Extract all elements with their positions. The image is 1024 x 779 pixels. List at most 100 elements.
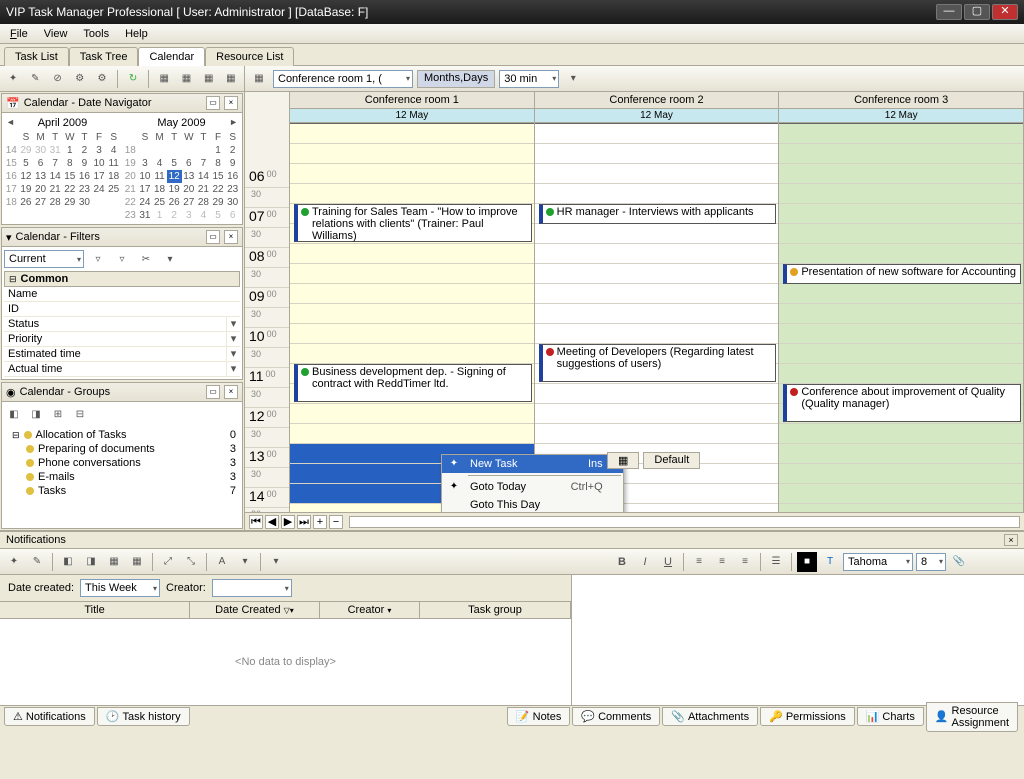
cal-nav1-icon[interactable]: ▦	[249, 69, 269, 89]
group-tool2-icon[interactable]: ◨	[26, 404, 46, 424]
time-slot[interactable]	[779, 244, 1023, 264]
time-slot[interactable]	[779, 204, 1023, 224]
font-icon[interactable]: T	[820, 552, 840, 572]
time-slot[interactable]	[290, 284, 534, 304]
time-slot[interactable]	[535, 144, 779, 164]
tab-resource-list[interactable]: Resource List	[205, 47, 294, 66]
filter-field-row[interactable]: Priority▾	[4, 332, 240, 347]
creator-dropdown[interactable]	[212, 579, 292, 597]
collapse-button[interactable]: ▭	[206, 230, 220, 244]
time-slot[interactable]	[779, 344, 1023, 364]
close-notifications-button[interactable]: ×	[1004, 534, 1018, 546]
col-creator[interactable]: Creator ▾	[320, 602, 420, 618]
default-button[interactable]: Default	[643, 452, 700, 469]
group-tree-item[interactable]: ⊟Allocation of Tasks0	[4, 428, 240, 442]
time-slot[interactable]	[779, 284, 1023, 304]
bottom-tab[interactable]: 🔑Permissions	[760, 707, 855, 726]
close-panel-button[interactable]: ×	[224, 230, 238, 244]
time-slot[interactable]	[535, 404, 779, 424]
filter-field-row[interactable]: Estimated time▾	[4, 347, 240, 362]
time-slot[interactable]	[290, 144, 534, 164]
calendar-event[interactable]: Meeting of Developers (Regarding latest …	[539, 344, 777, 382]
time-slot[interactable]	[290, 404, 534, 424]
date-created-dropdown[interactable]: This Week	[80, 579, 160, 597]
font-size-dropdown[interactable]: 8	[916, 553, 946, 571]
time-slot[interactable]	[535, 324, 779, 344]
common-header[interactable]: ⊟ Common	[4, 271, 240, 287]
time-slot[interactable]	[535, 224, 779, 244]
collapse-button[interactable]: ▭	[206, 96, 220, 110]
filter-field-row[interactable]: ID	[4, 302, 240, 317]
font-color-icon[interactable]: A	[212, 552, 232, 572]
nt-i6-icon[interactable]: ⤡	[181, 552, 201, 572]
calendar-event[interactable]: Training for Sales Team - "How to improv…	[294, 204, 532, 242]
refresh-icon[interactable]: ↻	[124, 69, 142, 89]
time-slot[interactable]	[779, 304, 1023, 324]
time-slot[interactable]	[779, 364, 1023, 384]
edit-icon[interactable]: ✎	[26, 69, 44, 89]
nav-plus-icon[interactable]: +	[313, 515, 327, 529]
tab-task-list[interactable]: Task List	[4, 47, 69, 66]
bold-icon[interactable]: B	[612, 552, 632, 572]
bottom-tab[interactable]: 👤Resource Assignment	[926, 702, 1018, 732]
menu-file[interactable]: File	[4, 26, 34, 42]
time-slot[interactable]	[779, 504, 1023, 512]
filter-del-icon[interactable]: ▿	[112, 249, 132, 269]
menu-help[interactable]: Help	[119, 26, 154, 42]
calendar-mini-button[interactable]: ▦	[607, 452, 639, 469]
time-slot[interactable]	[535, 424, 779, 444]
time-slot[interactable]	[779, 224, 1023, 244]
filter-field-row[interactable]: Actual time▾	[4, 362, 240, 377]
nt-i3-icon[interactable]: ▦	[104, 552, 124, 572]
cal-more-icon[interactable]: ▾	[563, 69, 583, 89]
nt-i4-icon[interactable]: ▦	[127, 552, 147, 572]
group-tool3-icon[interactable]: ⊞	[48, 404, 68, 424]
time-slot[interactable]	[535, 184, 779, 204]
align-left-icon[interactable]: ≡	[689, 552, 709, 572]
time-slot[interactable]	[779, 184, 1023, 204]
time-slot[interactable]	[290, 124, 534, 144]
month-calendar[interactable]: ◄April 2009SMTWTFS1429303112341556789101…	[4, 115, 121, 222]
time-slot[interactable]	[779, 464, 1023, 484]
nt-new-icon[interactable]: ✦	[4, 552, 24, 572]
group-tree-item[interactable]: E-mails3	[4, 470, 240, 484]
close-button[interactable]: ✕	[992, 4, 1018, 20]
time-slot[interactable]	[290, 304, 534, 324]
group-tree-item[interactable]: Preparing of documents3	[4, 442, 240, 456]
col-date-created[interactable]: Date Created ▽▾	[190, 602, 320, 618]
date-header[interactable]: 12 May	[290, 109, 534, 123]
time-slot[interactable]	[290, 184, 534, 204]
time-slot[interactable]	[290, 164, 534, 184]
time-slot[interactable]	[779, 324, 1023, 344]
group-tree-item[interactable]: Phone conversations3	[4, 456, 240, 470]
tab-calendar[interactable]: Calendar	[138, 47, 205, 66]
col-task-group[interactable]: Task group	[420, 602, 571, 618]
group-tree-item[interactable]: Tasks7	[4, 484, 240, 498]
calendar-event[interactable]: HR manager - Interviews with applicants	[539, 204, 777, 224]
nav-last-icon[interactable]: ⏭	[297, 515, 311, 529]
nav-prev-icon[interactable]: ◀	[265, 515, 279, 529]
gear-icon[interactable]: ⚙	[71, 69, 89, 89]
close-panel-button[interactable]: ×	[224, 96, 238, 110]
group-tool1-icon[interactable]: ◧	[4, 404, 24, 424]
time-slot[interactable]	[535, 384, 779, 404]
filter-tool-icon[interactable]: ✂	[136, 249, 156, 269]
time-slot[interactable]	[535, 304, 779, 324]
italic-icon[interactable]: I	[635, 552, 655, 572]
time-slot[interactable]	[290, 264, 534, 284]
align-center-icon[interactable]: ≡	[712, 552, 732, 572]
grid4-icon[interactable]: ▦	[222, 69, 240, 89]
calendar-event[interactable]: Conference about improvement of Quality …	[783, 384, 1021, 422]
time-slot[interactable]	[535, 284, 779, 304]
group-tool4-icon[interactable]: ⊟	[70, 404, 90, 424]
align-right-icon[interactable]: ≡	[735, 552, 755, 572]
gear2-icon[interactable]: ⚙	[93, 69, 111, 89]
filter-field-row[interactable]: Name	[4, 287, 240, 302]
menu-new-task[interactable]: ✦New TaskIns	[442, 455, 623, 473]
nt-i2-icon[interactable]: ◨	[81, 552, 101, 572]
close-panel-button[interactable]: ×	[224, 385, 238, 399]
resource-dropdown[interactable]: Conference room 1, (	[273, 70, 413, 88]
collapse-button[interactable]: ▭	[206, 385, 220, 399]
time-slot[interactable]	[779, 124, 1023, 144]
nt-edit-icon[interactable]: ✎	[27, 552, 47, 572]
